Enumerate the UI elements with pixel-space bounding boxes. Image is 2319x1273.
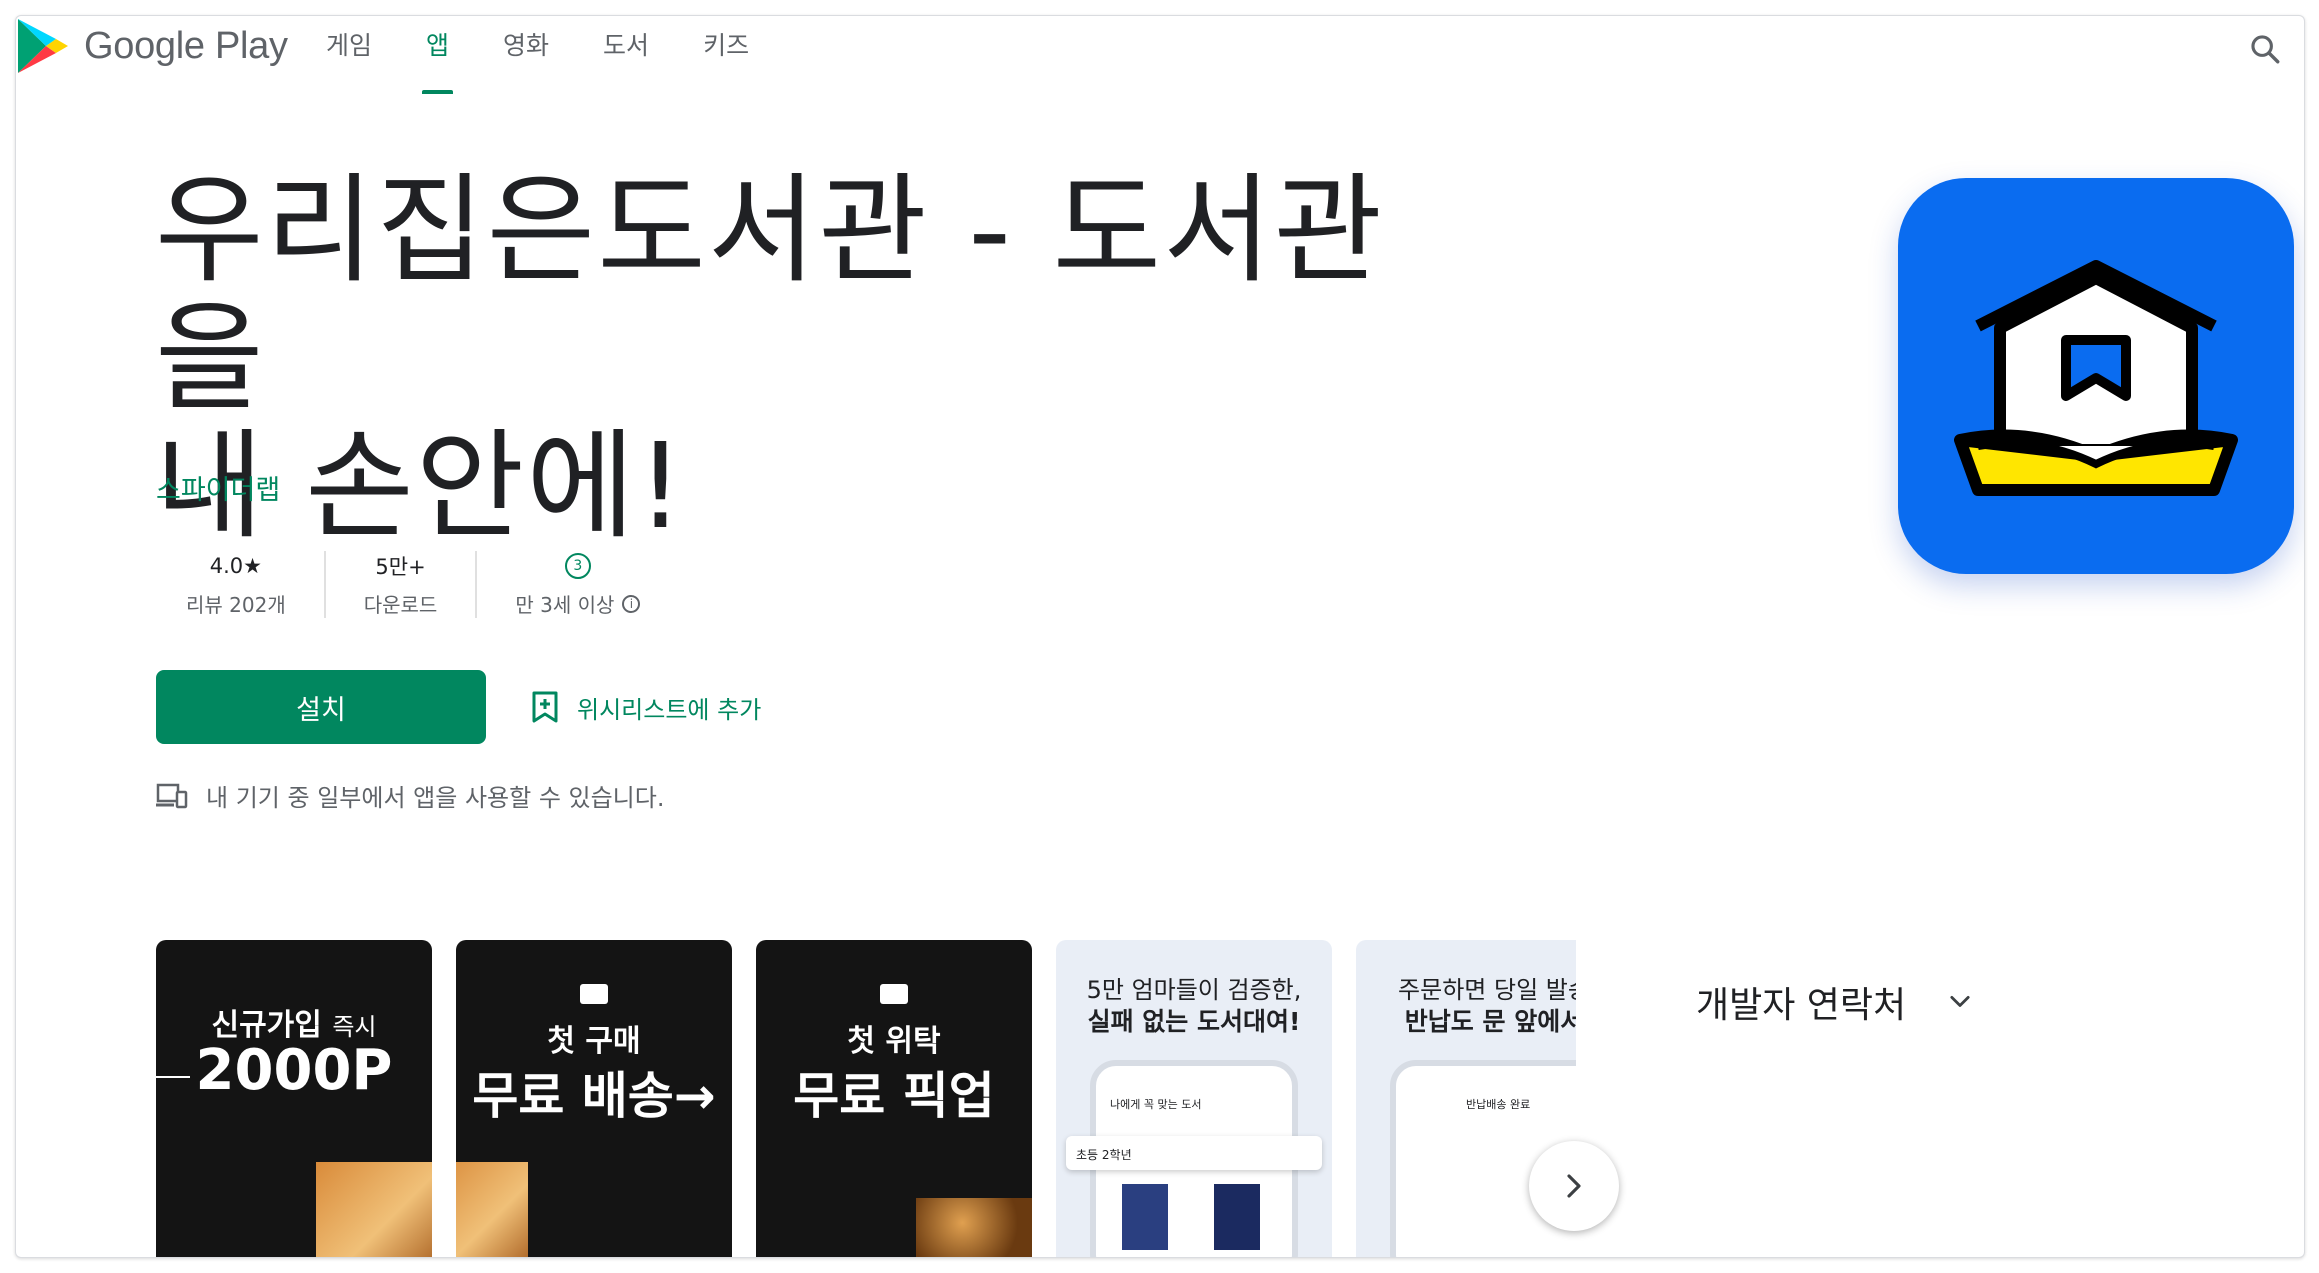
chevron-down-icon — [1950, 995, 1970, 1007]
wishlist-label: 위시리스트에 추가 — [577, 695, 762, 724]
carousel-next-button[interactable] — [1529, 1141, 1619, 1231]
downloads-label: 다운로드 — [363, 593, 438, 617]
bookmark-add-icon — [532, 691, 558, 723]
app-title-line1: 우리집은도서관 - 도서관을 — [155, 161, 1385, 427]
screenshot-3-line2: 무료 픽업 — [793, 1067, 995, 1125]
browser-frame: Google Play 게임 앱 영화 도서 키즈 우리집은도서관 - 도서관을… — [15, 15, 2305, 1258]
rating-value: 4.0★ — [209, 554, 262, 578]
devices-icon — [156, 783, 188, 808]
book-cover-image — [456, 1162, 528, 1257]
book-thumb — [1214, 1184, 1260, 1250]
book-icon — [880, 984, 908, 1004]
nav-movies[interactable]: 영화 — [503, 16, 549, 98]
book-icon — [580, 984, 608, 1004]
screenshot-5-line1: 주문하면 당일 발송 — [1398, 976, 1576, 1004]
screenshot-4-line2: 실패 없는 도서대여! — [1087, 1007, 1301, 1036]
screenshot-2[interactable]: 첫 구매 무료 배송→ — [456, 940, 732, 1257]
screenshot-4[interactable]: 5만 엄마들이 검증한, 실패 없는 도서대여! 나에게 꼭 맞는 도서 초등 … — [1056, 940, 1332, 1257]
rating-label: 리뷰 202개 — [186, 593, 286, 617]
screenshot-5-line2: 반납도 문 앞에서 — [1404, 1007, 1576, 1036]
wishlist-button[interactable]: 위시리스트에 추가 — [531, 684, 761, 730]
screenshot-3-line1: 첫 위탁 — [847, 1024, 941, 1059]
phone-mockup: 나에게 꼭 맞는 도서 초등 2학년 — [1066, 1060, 1322, 1257]
age-rating-badge-wrap: 3 — [564, 551, 591, 581]
info-icon[interactable]: i — [622, 594, 641, 613]
app-icon — [1898, 178, 2294, 574]
developer-link[interactable]: 스파이더랩 — [156, 468, 280, 507]
book-thumb — [1122, 1184, 1168, 1250]
device-availability-note: 내 기기 중 일부에서 앱을 사용할 수 있습니다. — [156, 778, 664, 813]
age-rating-label: 만 3세 이상 — [515, 593, 615, 617]
library-house-icon — [1954, 260, 2238, 496]
app-stats: 4.0★ 리뷰 202개 5만+ 다운로드 3 만 3세 이상 i — [156, 551, 678, 618]
search-icon — [2251, 35, 2280, 64]
brand-text: Google Play — [84, 24, 288, 67]
screenshot-4-line1: 5만 엄마들이 검증한, — [1086, 976, 1302, 1004]
install-button[interactable]: 설치 — [156, 670, 486, 744]
nav-books[interactable]: 도서 — [603, 16, 649, 98]
screenshot-2-line1: 첫 구매 — [547, 1024, 641, 1059]
main-nav: 게임 앱 영화 도서 키즈 — [326, 16, 803, 98]
screenshot-1-line2: 2000P — [195, 1038, 393, 1103]
nav-kids[interactable]: 키즈 — [703, 16, 749, 98]
age-rating-row: 만 3세 이상 i — [515, 589, 641, 618]
book-cover-image — [316, 1162, 432, 1257]
phone-chip: 초등 2학년 — [1066, 1136, 1322, 1170]
developer-contact-toggle[interactable]: 개발자 연락처 — [1696, 976, 1974, 1028]
nav-apps[interactable]: 앱 — [422, 16, 454, 98]
phone-title: 반납배송 완료 — [1466, 1098, 1531, 1111]
play-logo-icon — [18, 19, 68, 73]
downloads-value: 5만+ — [375, 555, 426, 579]
google-play-logo[interactable]: Google Play — [16, 16, 288, 76]
screenshot-1[interactable]: 신규가입 즉시 2000P — [156, 940, 432, 1257]
app-title: 우리집은도서관 - 도서관을 내 손안에! — [155, 166, 1455, 550]
search-button[interactable] — [2238, 22, 2292, 76]
screenshot-3[interactable]: 첫 위탁 무료 픽업 — [756, 940, 1032, 1257]
rating-stat[interactable]: 4.0★ 리뷰 202개 — [156, 551, 324, 618]
nav-games[interactable]: 게임 — [326, 16, 372, 98]
chevron-right-icon — [1567, 1174, 1581, 1198]
pickup-image — [916, 1198, 1032, 1257]
screenshot-2-line2: 무료 배송→ — [472, 1067, 716, 1125]
top-bar: Google Play 게임 앱 영화 도서 키즈 — [16, 16, 2304, 98]
downloads-stat: 5만+ 다운로드 — [323, 551, 476, 618]
screenshot-1-line1-small: 즉시 — [332, 1013, 377, 1041]
age-rating-badge: 3 — [564, 553, 591, 579]
age-rating-stat: 3 만 3세 이상 i — [475, 551, 678, 618]
divider — [156, 1076, 190, 1078]
screenshot-carousel[interactable]: 신규가입 즉시 2000P 첫 구매 무료 배송→ 첫 위탁 무료 픽업 5만 … — [156, 940, 1576, 1257]
device-note-text: 내 기기 중 일부에서 앱을 사용할 수 있습니다. — [206, 784, 665, 812]
phone-title: 나에게 꼭 맞는 도서 — [1110, 1098, 1202, 1111]
developer-contact-label: 개발자 연락처 — [1696, 985, 1907, 1026]
